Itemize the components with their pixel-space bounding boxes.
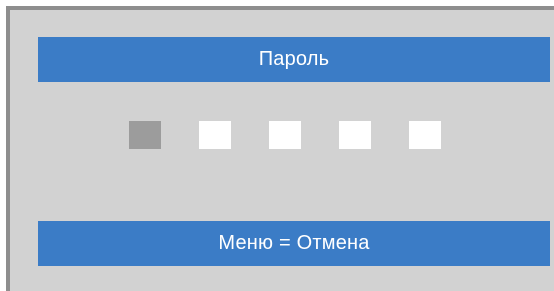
pin-digit-2[interactable] bbox=[199, 121, 231, 149]
cancel-hint: Меню = Отмена bbox=[218, 232, 370, 254]
dialog-footer-bar: Меню = Отмена bbox=[38, 221, 550, 266]
dialog-title-bar: Пароль bbox=[38, 37, 550, 82]
password-dialog: Пароль Меню = Отмена bbox=[6, 6, 554, 291]
pin-digit-4[interactable] bbox=[339, 121, 371, 149]
pin-digit-3[interactable] bbox=[269, 121, 301, 149]
pin-digit-5[interactable] bbox=[409, 121, 441, 149]
dialog-title: Пароль bbox=[258, 48, 330, 70]
pin-digit-1[interactable] bbox=[129, 121, 161, 149]
